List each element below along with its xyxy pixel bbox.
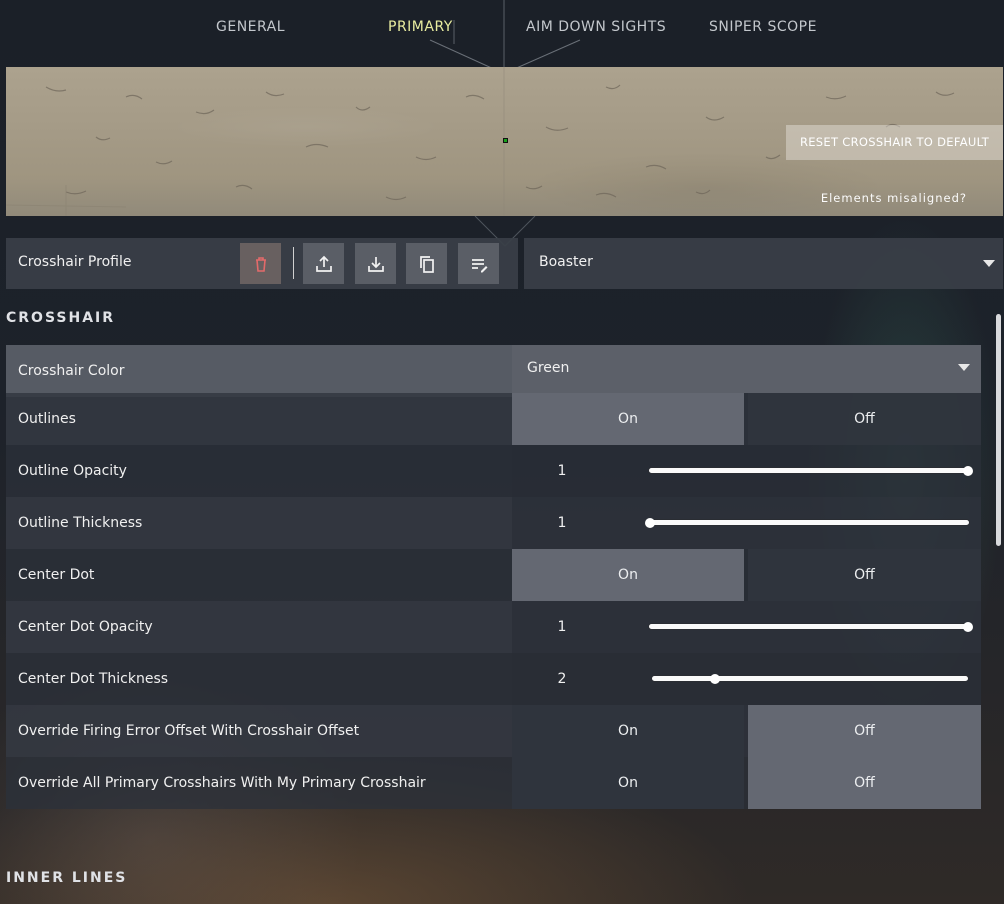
crosshair-section-title: CROSSHAIR [6, 310, 116, 326]
copy-profile-button[interactable] [406, 243, 447, 284]
slider-track [650, 519, 970, 526]
override-firing-error-row: Override Firing Error Offset With Crossh… [6, 705, 981, 757]
outline-opacity-row: Outline Opacity 1 [6, 445, 981, 497]
tab-primary[interactable]: PRIMARY [388, 17, 453, 37]
crosshair-color-value: Green [527, 360, 570, 376]
override-firing-error-toggle: On Off [512, 705, 981, 757]
copy-icon [419, 255, 434, 273]
outlines-on-option[interactable]: On [512, 393, 744, 445]
center-dot-label-cell: Center Dot [6, 549, 512, 601]
chevron-down-icon [983, 260, 995, 267]
outline-thickness-slider[interactable] [645, 518, 970, 528]
tab-aim-down-sights[interactable]: AIM DOWN SIGHTS [526, 17, 666, 37]
outlines-label: Outlines [18, 411, 76, 427]
delete-profile-button[interactable] [240, 243, 281, 284]
center-dot-toggle: On Off [512, 549, 981, 601]
center-dot-thickness-control: 2 [512, 653, 981, 705]
crosshair-color-label: Crosshair Color [18, 363, 125, 379]
outlines-off-option[interactable]: Off [748, 393, 981, 445]
slider-track [651, 675, 969, 682]
rename-icon [471, 258, 487, 272]
chevron-down-icon [958, 364, 970, 371]
crosshair-profile-label: Crosshair Profile [18, 254, 132, 270]
slider-thumb[interactable] [963, 622, 973, 632]
outlines-row: Outlines On Off [6, 393, 981, 445]
override-firing-error-label-cell: Override Firing Error Offset With Crossh… [6, 705, 512, 757]
outline-thickness-row: Outline Thickness 1 [6, 497, 981, 549]
crosshair-profile-dropdown[interactable]: Boaster [524, 238, 1003, 289]
override-primary-label: Override All Primary Crosshairs With My … [18, 775, 426, 791]
outline-thickness-value[interactable]: 1 [542, 497, 582, 549]
center-dot-thickness-row: Center Dot Thickness 2 [6, 653, 981, 705]
center-dot-off-option[interactable]: Off [748, 549, 981, 601]
center-dot-opacity-label-cell: Center Dot Opacity [6, 601, 512, 653]
center-dot-thickness-value[interactable]: 2 [542, 653, 582, 705]
center-dot-on-option[interactable]: On [512, 549, 744, 601]
slider-thumb[interactable] [963, 466, 973, 476]
inner-lines-section-title: INNER LINES [6, 870, 128, 886]
center-dot-opacity-row: Center Dot Opacity 1 [6, 601, 981, 653]
trash-icon [255, 256, 266, 272]
elements-misaligned-link[interactable]: Elements misaligned? [821, 191, 967, 205]
crosshair-dot [503, 138, 508, 143]
outline-thickness-label: Outline Thickness [18, 515, 143, 531]
crosshair-color-row: Crosshair Color Green [6, 345, 981, 397]
center-dot-opacity-label: Center Dot Opacity [18, 619, 153, 635]
slider-thumb[interactable] [645, 518, 655, 528]
slider-thumb[interactable] [709, 674, 720, 684]
download-icon [367, 256, 384, 272]
outline-opacity-value[interactable]: 1 [542, 445, 582, 497]
center-dot-opacity-value[interactable]: 1 [542, 601, 582, 653]
export-profile-button[interactable] [303, 243, 344, 284]
scrollbar[interactable] [996, 314, 1001, 546]
crosshair-color-dropdown[interactable]: Green [512, 345, 981, 393]
outline-opacity-slider[interactable] [648, 466, 973, 476]
upload-icon [315, 255, 332, 272]
override-firing-error-label: Override Firing Error Offset With Crossh… [18, 723, 360, 739]
outline-thickness-label-cell: Outline Thickness [6, 497, 512, 549]
center-dot-label: Center Dot [18, 567, 95, 583]
center-dot-thickness-label: Center Dot Thickness [18, 671, 169, 687]
outline-opacity-control: 1 [512, 445, 981, 497]
override-firing-error-off-option[interactable]: Off [748, 705, 981, 757]
crosshair-tabs: GENERAL PRIMARY AIM DOWN SIGHTS SNIPER S… [0, 0, 1004, 70]
reset-crosshair-button[interactable]: RESET CROSSHAIR TO DEFAULT [786, 125, 1003, 160]
crosshair-color-control: Green [512, 345, 981, 397]
outline-opacity-label: Outline Opacity [18, 463, 127, 479]
rename-profile-button[interactable] [458, 243, 499, 284]
slider-track [648, 467, 968, 474]
override-primary-on-option[interactable]: On [512, 757, 744, 809]
override-primary-row: Override All Primary Crosshairs With My … [6, 757, 981, 809]
outlines-label-cell: Outlines [6, 393, 512, 445]
center-dot-opacity-slider[interactable] [648, 622, 973, 632]
slider-track [648, 623, 968, 630]
crosshair-profile-value: Boaster [539, 254, 593, 270]
override-primary-toggle: On Off [512, 757, 981, 809]
tab-decoration [429, 0, 581, 70]
center-dot-row: Center Dot On Off [6, 549, 981, 601]
outline-opacity-label-cell: Outline Opacity [6, 445, 512, 497]
crosshair-profile-bar: Crosshair Profile [6, 238, 518, 289]
center-dot-thickness-label-cell: Center Dot Thickness [6, 653, 512, 705]
profile-divider [293, 247, 294, 279]
tab-general[interactable]: GENERAL [216, 17, 285, 37]
center-dot-thickness-slider[interactable] [651, 674, 969, 684]
override-primary-off-option[interactable]: Off [748, 757, 981, 809]
outline-thickness-control: 1 [512, 497, 981, 549]
center-dot-opacity-control: 1 [512, 601, 981, 653]
outlines-toggle: On Off [512, 393, 981, 445]
tab-sniper-scope[interactable]: SNIPER SCOPE [709, 17, 817, 37]
override-primary-label-cell: Override All Primary Crosshairs With My … [6, 757, 512, 809]
crosshair-preview: RESET CROSSHAIR TO DEFAULT Elements misa… [6, 67, 1003, 216]
import-profile-button[interactable] [355, 243, 396, 284]
override-firing-error-on-option[interactable]: On [512, 705, 744, 757]
crosshair-color-label-cell: Crosshair Color [6, 345, 512, 397]
